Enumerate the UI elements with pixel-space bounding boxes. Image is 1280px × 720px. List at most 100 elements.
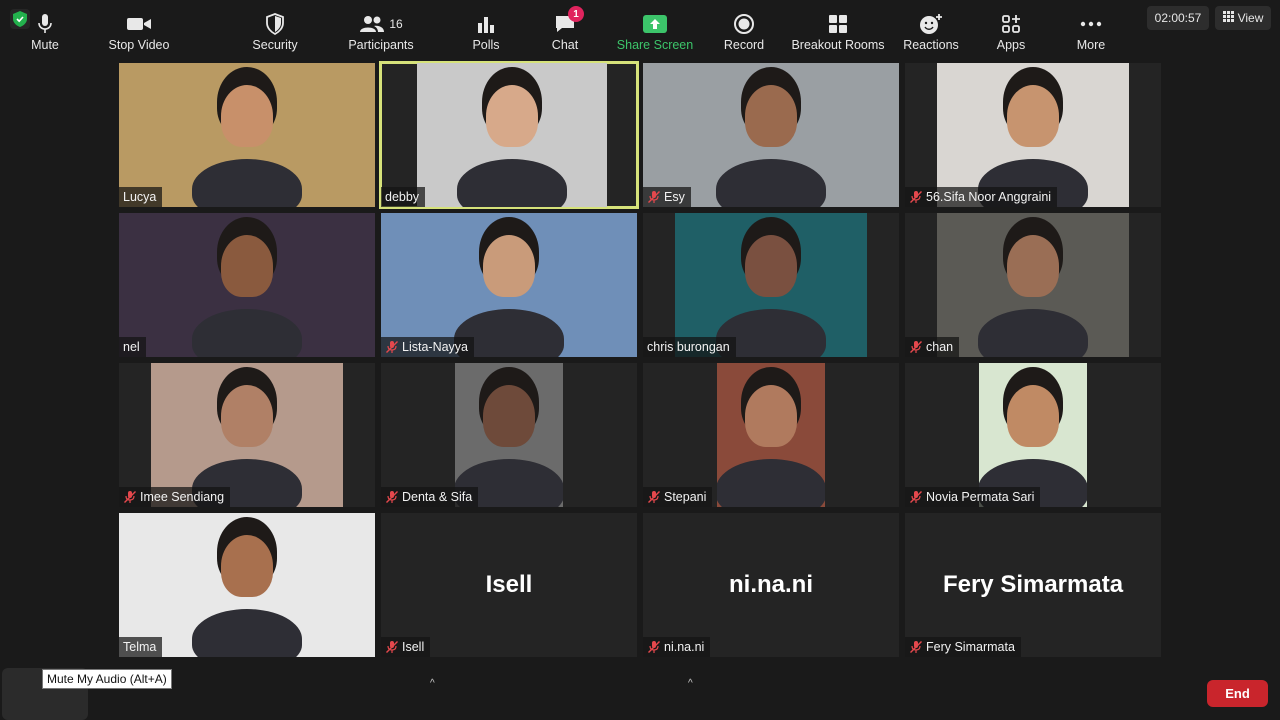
participant-tile[interactable]: chris burongan (643, 213, 899, 357)
participant-tile[interactable]: debby (379, 61, 639, 209)
mute-label: Mute (31, 38, 59, 52)
apps-icon (1001, 10, 1021, 38)
participant-face (221, 85, 273, 147)
share-screen-button[interactable]: Share Screen (616, 6, 694, 56)
participant-tile[interactable]: Lista-Nayya (381, 213, 637, 357)
stop-video-button[interactable]: Stop Video (100, 6, 178, 56)
polls-button[interactable]: Polls (466, 6, 506, 56)
participant-body (716, 159, 826, 207)
participant-tile[interactable]: ni.na.ni ni.na.ni (643, 513, 899, 657)
participant-face (221, 535, 273, 597)
breakout-rooms-icon (828, 10, 848, 38)
chat-bubble-icon: 1 (554, 6, 584, 38)
record-icon (733, 10, 755, 38)
view-button[interactable]: View (1215, 6, 1271, 30)
reactions-button[interactable]: Reactions (900, 6, 962, 56)
mute-button[interactable]: Mute (8, 6, 82, 56)
participant-tile[interactable]: Novia Permata Sari (905, 363, 1161, 507)
participant-name-tag: Telma (119, 637, 163, 657)
participant-body (978, 309, 1088, 357)
participant-video (119, 513, 375, 657)
participant-name: Stepani (664, 490, 707, 504)
participant-name-tag: Lucya (119, 187, 163, 207)
participant-name-tag: Isell (381, 637, 431, 657)
polls-label: Polls (472, 38, 500, 52)
grid-view-icon (1222, 11, 1234, 25)
shield-icon (266, 10, 284, 38)
participant-name-tag: Denta & Sifa (381, 487, 479, 507)
end-meeting-button[interactable]: End (1207, 680, 1268, 707)
participant-name-tag: ni.na.ni (643, 637, 711, 657)
muted-mic-icon (123, 490, 137, 504)
participant-face (483, 235, 535, 297)
bar-chart-icon (476, 10, 496, 38)
participant-tile[interactable]: Stepani (643, 363, 899, 507)
participant-tile[interactable]: Lucya (119, 63, 375, 207)
security-label: Security (252, 38, 298, 52)
participant-tile[interactable]: nel (119, 213, 375, 357)
participant-name: chan (926, 340, 954, 354)
participant-name: nel (123, 340, 140, 354)
record-button[interactable]: Record (720, 6, 768, 56)
muted-mic-icon (909, 190, 923, 204)
participant-tile[interactable]: Telma (119, 513, 375, 657)
participant-tile[interactable]: Imee Sendiang (119, 363, 375, 507)
participant-video (381, 213, 637, 357)
participant-name: debby (385, 190, 420, 204)
breakout-rooms-button[interactable]: Breakout Rooms (788, 6, 888, 56)
participants-count: 16 (389, 17, 403, 31)
video-camera-icon (126, 10, 152, 38)
breakout-rooms-label: Breakout Rooms (791, 38, 885, 52)
meeting-toolbar (0, 662, 1280, 720)
participant-tile[interactable]: 56.Sifa Noor Anggraini (905, 63, 1161, 207)
participant-name-tag: nel (119, 337, 146, 357)
more-label: More (1076, 38, 1106, 52)
share-caret-icon[interactable]: ^ (688, 678, 693, 689)
smiley-plus-icon (919, 10, 943, 38)
participant-face (483, 385, 535, 447)
participant-body (192, 159, 302, 207)
participant-name-tag: Novia Permata Sari (905, 487, 1041, 507)
participant-name-tag: debby (381, 187, 426, 207)
muted-mic-icon (647, 640, 661, 654)
participants-caret-icon[interactable]: ^ (430, 678, 435, 689)
participants-button[interactable]: 16 Participants (343, 6, 419, 56)
participant-face (745, 385, 797, 447)
participant-video (455, 363, 563, 507)
participant-video (717, 363, 825, 507)
view-label: View (1237, 11, 1264, 25)
participant-video (675, 213, 867, 357)
share-screen-label: Share Screen (616, 38, 694, 52)
participant-tile[interactable]: Denta & Sifa (381, 363, 637, 507)
participant-tile[interactable]: Isell Isell (381, 513, 637, 657)
participant-video (119, 213, 375, 357)
participants-icon: 16 (359, 10, 403, 38)
participant-body (192, 609, 302, 657)
security-button[interactable]: Security (245, 6, 305, 56)
participant-name: 56.Sifa Noor Anggraini (926, 190, 1052, 204)
more-button[interactable]: More (1070, 6, 1112, 56)
participant-tile[interactable]: Esy (643, 63, 899, 207)
participant-face (221, 385, 273, 447)
participant-video (979, 363, 1087, 507)
participant-video (937, 63, 1129, 207)
record-label: Record (723, 38, 765, 52)
participant-display-name: Fery Simarmata (942, 571, 1124, 598)
participant-name: Fery Simarmata (926, 640, 1015, 654)
participant-face (221, 235, 273, 297)
muted-mic-icon (909, 640, 923, 654)
participant-video (151, 363, 343, 507)
muted-mic-icon (647, 490, 661, 504)
participant-tile[interactable]: chan (905, 213, 1161, 357)
chat-button[interactable]: 1 Chat (545, 6, 585, 56)
muted-mic-icon (909, 490, 923, 504)
participant-name: Lista-Nayya (402, 340, 468, 354)
participant-name: Esy (664, 190, 685, 204)
apps-button[interactable]: Apps (991, 6, 1031, 56)
participant-tile[interactable]: Fery Simarmata Fery Simarmata (905, 513, 1161, 657)
participants-label: Participants (348, 38, 414, 52)
participant-face (745, 235, 797, 297)
more-dots-icon (1080, 10, 1102, 38)
participant-video (119, 63, 375, 207)
stop-video-label: Stop Video (108, 38, 170, 52)
